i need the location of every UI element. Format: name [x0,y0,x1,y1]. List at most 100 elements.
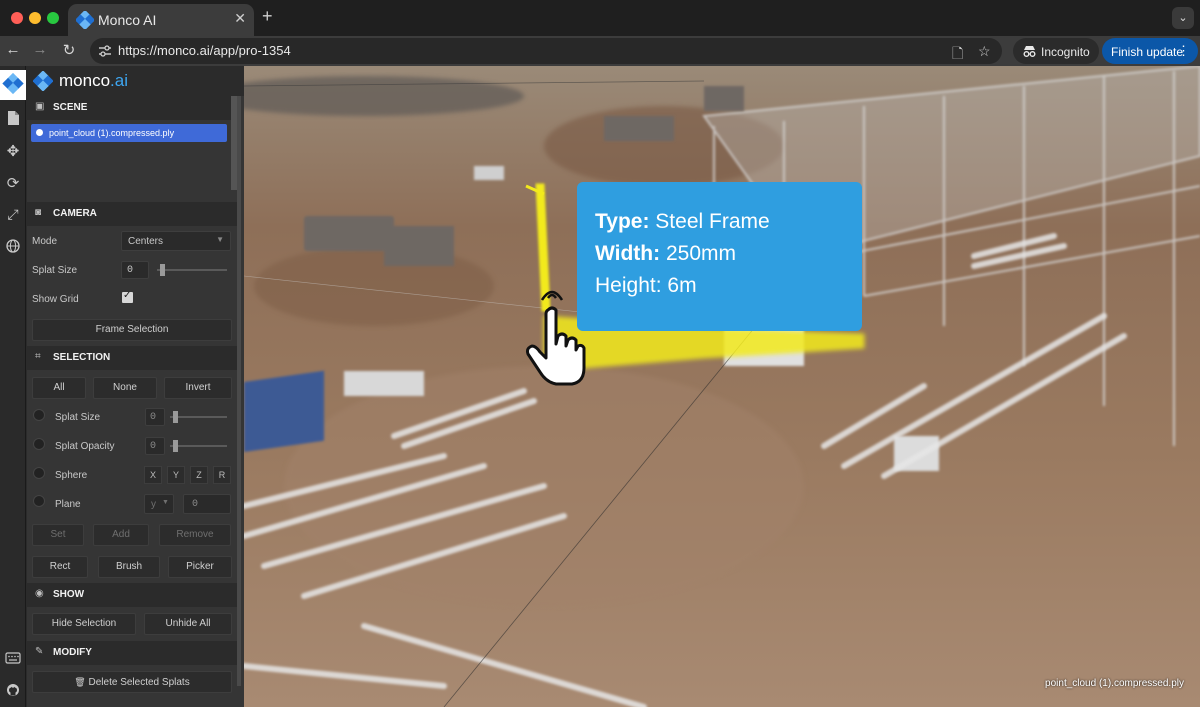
sphere-radio[interactable] [33,467,45,479]
brush-tool-button[interactable]: Brush [98,556,160,578]
camera-splat-size-slider[interactable] [157,269,227,271]
reload-icon[interactable]: ↻ [59,41,79,59]
eye-icon: ◉ [35,588,44,599]
plane-axis-value: y [151,499,156,510]
browser-tab[interactable]: Monco AI ✕ [68,4,254,36]
selection-splat-size-input[interactable]: 0 [145,408,165,426]
visibility-dot-icon[interactable] [36,129,43,136]
selection-splat-size-slider[interactable] [170,416,227,418]
close-window-button[interactable] [11,12,23,24]
select-none-button[interactable]: None [93,377,157,399]
show-grid-checkbox[interactable]: ✓ [122,290,133,303]
finish-update-label: Finish update [1111,45,1184,59]
3d-viewport[interactable]: Type: Steel Frame Width: 250mm Height: 6… [244,66,1200,707]
element-info-tooltip: Type: Steel Frame Width: 250mm Height: 6… [577,182,862,331]
frame-selection-button[interactable]: Frame Selection [32,319,232,341]
select-all-button[interactable]: All [32,377,86,399]
scene-icon: ▣ [35,101,45,112]
modify-section-header[interactable]: ✎ MODIFY [27,641,238,665]
rotate-icon[interactable]: ⟳ [0,174,26,192]
camera-splat-size-input[interactable]: 0 [121,261,149,279]
tooltip-width-label: Width: [595,242,661,265]
tab-search-chevron-icon[interactable]: ⌄ [1172,7,1194,29]
file-icon[interactable] [0,110,26,126]
plane-axis-select[interactable]: y ▼ [144,494,174,514]
set-button[interactable]: Set [32,524,84,546]
scene-item-label: point_cloud (1).compressed.ply [49,128,175,138]
plane-value: 0 [192,499,199,510]
invert-selection-button[interactable]: Invert [164,377,232,399]
picker-tool-button[interactable]: Picker [168,556,232,578]
mode-select[interactable]: Centers ▼ [121,231,231,251]
show-title: SHOW [53,589,85,600]
plane-axis-chevron-icon: ▼ [162,499,169,506]
page-document-icon[interactable]: 🗋 [952,43,963,67]
bookmark-star-icon[interactable]: ☆ [978,43,991,60]
selection-icon: ⌗ [35,351,41,362]
kebab-menu-icon[interactable]: ⋮ [1177,43,1190,59]
show-section-header[interactable]: ◉ SHOW [27,583,238,607]
sphere-r-button[interactable]: R [213,466,231,484]
selection-splat-size-slider-thumb[interactable] [173,411,178,423]
mode-select-value: Centers [128,236,164,247]
plane-radio[interactable] [33,495,45,507]
splat-opacity-slider[interactable] [170,445,227,447]
splat-opacity-slider-thumb[interactable] [173,440,178,452]
new-tab-icon[interactable]: + [262,6,273,27]
selection-splat-size-label: Splat Size [55,412,101,423]
selection-title: SELECTION [53,352,111,363]
edit-icon: ✎ [35,646,44,657]
incognito-label: Incognito [1041,45,1090,59]
plane-label: Plane [55,499,81,510]
splat-opacity-label: Splat Opacity [55,441,115,452]
move-icon[interactable]: ✥ [0,142,26,160]
delete-selected-splats-button[interactable]: 🗑 Delete Selected Splats [32,671,232,693]
github-icon[interactable] [0,683,26,697]
remove-button[interactable]: Remove [159,524,231,546]
zoom-window-button[interactable] [47,12,59,24]
splat-size-radio[interactable] [33,409,45,421]
site-settings-icon[interactable] [98,44,112,58]
incognito-indicator[interactable]: Incognito [1013,38,1099,64]
url-text: https://monco.ai/app/pro-1354 [118,43,291,58]
sphere-y-button[interactable]: Y [167,466,185,484]
camera-splat-size-slider-thumb[interactable] [160,264,165,276]
tooltip-type-row: Type: Steel Frame [595,210,770,234]
keyboard-icon[interactable] [0,652,26,664]
tab-strip: Monco AI ✕ + ⌄ [0,0,1200,36]
camera-splat-size-label: Splat Size [32,265,78,276]
sphere-x-button[interactable]: X [144,466,162,484]
tooltip-height-row: Height: 6m [595,274,697,298]
panel-scrollbar[interactable] [237,96,241,686]
finish-update-button[interactable]: Finish update ⋮ [1102,38,1198,64]
mode-label: Mode [32,236,58,247]
splat-opacity-radio[interactable] [33,438,45,450]
forward-arrow-icon[interactable]: → [30,41,50,58]
add-button[interactable]: Add [93,524,149,546]
close-tab-icon[interactable]: ✕ [234,10,246,27]
sphere-label: Sphere [55,470,88,481]
rect-tool-button[interactable]: Rect [32,556,88,578]
scene-list-item[interactable]: point_cloud (1).compressed.ply [31,124,227,142]
globe-icon[interactable] [0,238,26,254]
chevron-down-icon: ▼ [216,235,224,244]
show-grid-label: Show Grid [32,294,79,305]
minimize-window-button[interactable] [29,12,41,24]
monco-app: ✥ ⟳ ⤢ monco.ai ▣ SCENE point_cloud (1).c… [0,66,1200,707]
selection-section-header[interactable]: ⌗ SELECTION [27,346,238,370]
camera-section-header[interactable]: ◙ CAMERA [27,202,238,226]
sphere-z-button[interactable]: Z [190,466,208,484]
back-arrow-icon[interactable]: ← [3,41,23,58]
monco-logo-icon[interactable] [0,70,26,100]
unhide-all-button[interactable]: Unhide All [144,613,232,635]
scene-section-header[interactable]: ▣ SCENE [27,96,238,120]
tooltip-width-value: 250mm [665,242,736,265]
address-bar[interactable]: https://monco.ai/app/pro-1354 🗋 ☆ [90,38,1002,64]
hide-selection-button[interactable]: Hide Selection [32,613,136,635]
tooltip-height-label: Height: [595,274,662,297]
plane-value-input[interactable]: 0 [183,494,231,514]
scale-icon[interactable]: ⤢ [0,206,26,223]
point-cloud-render [244,66,1200,707]
panel-header: monco.ai [27,66,244,96]
splat-opacity-input[interactable]: 0 [145,437,165,455]
